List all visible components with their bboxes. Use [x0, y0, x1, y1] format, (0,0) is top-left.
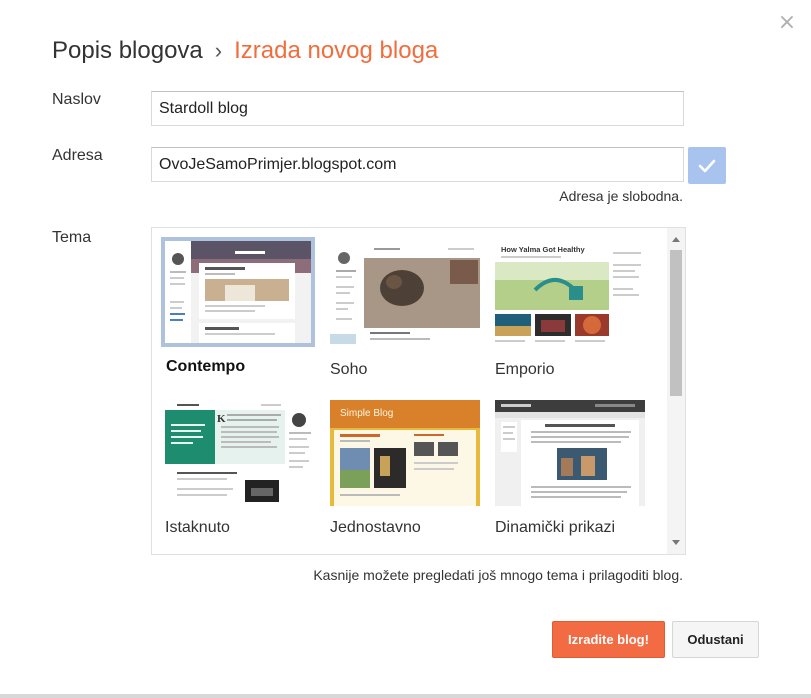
address-label: Adresa	[52, 147, 103, 164]
theme-name: Istaknuto	[165, 519, 230, 536]
theme-thumbnail[interactable]: Simple Blog	[328, 398, 482, 508]
close-icon[interactable]: ×	[776, 12, 798, 34]
scrollbar-thumb[interactable]	[670, 250, 682, 396]
theme-name: Contempo	[166, 358, 246, 375]
title-input[interactable]	[151, 91, 684, 126]
title-label: Naslov	[52, 91, 101, 108]
theme-name: Soho	[330, 361, 368, 378]
theme-gallery: Contempo Soho How Yalma Got Healthy Empo…	[151, 227, 686, 555]
page-title: Popis blogova › Izrada novog bloga	[52, 37, 438, 65]
svg-text:K: K	[217, 413, 226, 425]
check-icon	[688, 147, 726, 184]
theme-gallery-scrollbar[interactable]	[667, 228, 685, 554]
create-blog-button[interactable]: Izradite blog!	[552, 621, 665, 658]
theme-name: Emporio	[495, 361, 555, 378]
theme-thumbnail[interactable]	[161, 237, 315, 347]
theme-thumbnail[interactable]: How Yalma Got Healthy	[493, 240, 647, 350]
emporio-thumb-title: How Yalma Got Healthy	[501, 245, 585, 254]
breadcrumb-separator-icon: ›	[214, 38, 223, 63]
theme-name: Dinamički prikazi	[495, 519, 616, 536]
theme-thumbnail[interactable]: K	[163, 398, 317, 508]
theme-thumbnail[interactable]	[328, 240, 482, 350]
scroll-up-icon[interactable]	[672, 237, 680, 242]
cancel-button[interactable]: Odustani	[672, 621, 759, 658]
theme-hint: Kasnije možete pregledati još mnogo tema…	[313, 567, 683, 583]
scroll-down-icon[interactable]	[672, 540, 680, 545]
address-input[interactable]	[151, 147, 684, 182]
simple-thumb-title: Simple Blog	[340, 408, 393, 419]
address-status: Adresa je slobodna.	[559, 188, 683, 204]
breadcrumb-parent[interactable]: Popis blogova	[52, 37, 203, 64]
theme-thumbnail[interactable]	[493, 398, 647, 508]
theme-label: Tema	[52, 229, 92, 246]
breadcrumb-current: Izrada novog bloga	[234, 37, 439, 64]
theme-name: Jednostavno	[330, 519, 421, 536]
dialog-bottom-border	[0, 694, 811, 698]
